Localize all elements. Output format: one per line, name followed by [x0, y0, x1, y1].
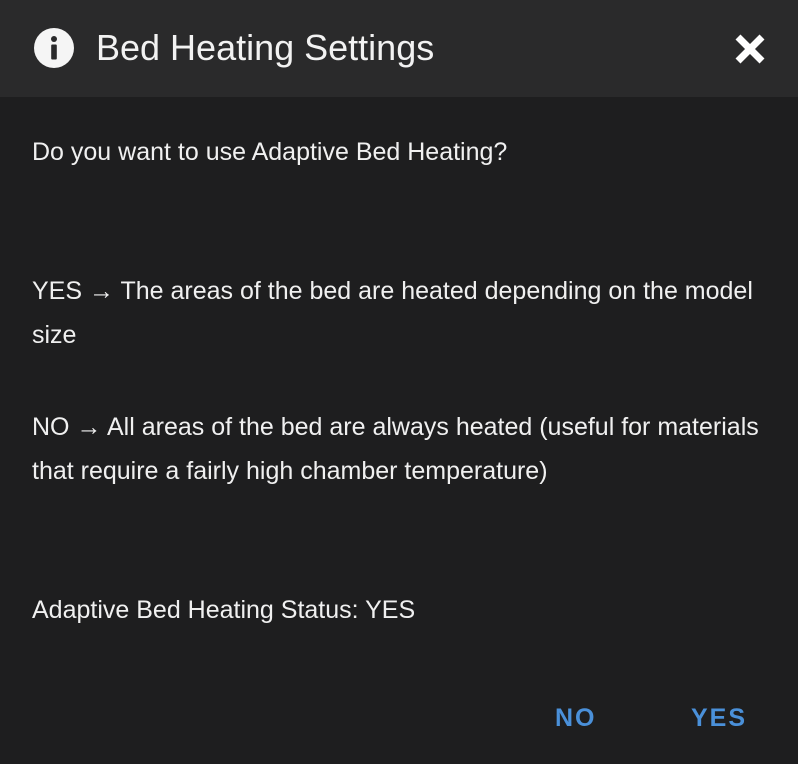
yes-description: YES → The areas of the bed are heated de… [32, 277, 753, 349]
no-button[interactable]: NO [555, 698, 597, 738]
status-text: Adaptive Bed Heating Status: YES [32, 596, 416, 624]
close-icon[interactable] [734, 33, 766, 65]
dialog-title: Bed Heating Settings [96, 27, 435, 68]
yes-button[interactable]: YES [691, 698, 747, 738]
info-icon [34, 28, 74, 68]
question-text: Do you want to use Adaptive Bed Heating? [32, 138, 508, 166]
no-description: NO → All areas of the bed are always hea… [32, 413, 759, 485]
dialog-header: Bed Heating Settings [0, 0, 798, 97]
bed-heating-dialog: Bed Heating Settings Do you want to use … [0, 0, 798, 764]
